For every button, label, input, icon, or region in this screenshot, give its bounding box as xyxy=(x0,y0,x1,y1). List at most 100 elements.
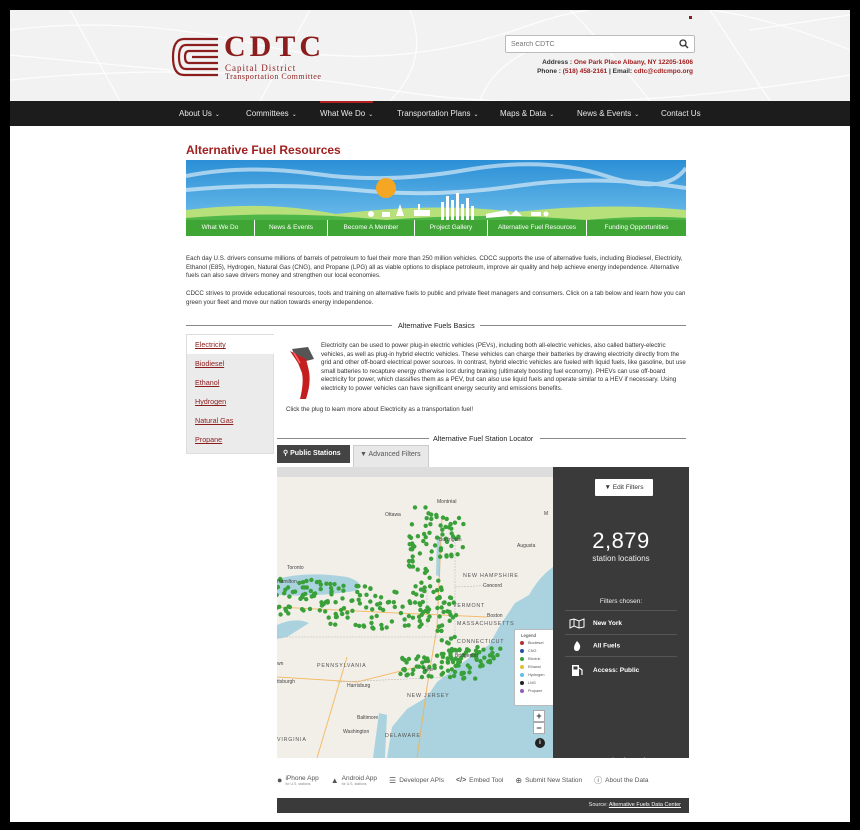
station-marker[interactable] xyxy=(462,675,467,681)
station-marker[interactable] xyxy=(495,652,500,658)
tab-alternative-fuel-resources[interactable]: Alternative Fuel Resources xyxy=(488,220,586,236)
station-marker[interactable] xyxy=(311,593,317,599)
station-marker[interactable] xyxy=(413,584,418,589)
tab-public-stations[interactable]: ⚲ Public Stations xyxy=(277,445,350,463)
station-marker[interactable] xyxy=(374,613,379,619)
edit-filters-button[interactable]: ▼ Edit Filters xyxy=(595,479,653,496)
fuel-tab-ethanol[interactable]: Ethanol xyxy=(187,373,273,392)
station-marker[interactable] xyxy=(424,516,429,521)
station-marker[interactable] xyxy=(304,597,309,602)
station-marker[interactable] xyxy=(410,671,415,677)
station-marker[interactable] xyxy=(408,535,414,540)
station-marker[interactable] xyxy=(489,646,494,651)
station-marker[interactable] xyxy=(419,580,424,585)
nav-contact-us[interactable]: Contact Us xyxy=(661,101,701,126)
station-marker[interactable] xyxy=(448,595,454,601)
station-marker[interactable] xyxy=(448,650,453,656)
zoom-in-button[interactable]: + xyxy=(533,710,545,722)
station-marker[interactable] xyxy=(302,585,307,590)
station-marker[interactable] xyxy=(489,653,494,658)
station-marker[interactable] xyxy=(427,575,432,580)
station-marker[interactable] xyxy=(333,600,338,605)
search-icon[interactable] xyxy=(679,39,689,49)
station-marker[interactable] xyxy=(287,594,292,599)
iphone-app-link[interactable]: ● iPhone App for U.S. stations xyxy=(277,775,319,786)
station-marker[interactable] xyxy=(412,505,418,510)
station-marker[interactable] xyxy=(290,589,296,595)
station-marker[interactable] xyxy=(283,606,288,612)
nav-about-us[interactable]: About Us ⌄ xyxy=(179,101,220,126)
nav-maps-data[interactable]: Maps & Data ⌄ xyxy=(500,101,554,126)
station-marker[interactable] xyxy=(434,653,440,658)
station-marker[interactable] xyxy=(442,600,447,605)
station-marker[interactable] xyxy=(345,610,350,615)
station-marker[interactable] xyxy=(303,591,308,597)
station-marker[interactable] xyxy=(368,586,373,591)
station-marker[interactable] xyxy=(428,556,434,561)
station-marker[interactable] xyxy=(482,655,487,660)
station-marker[interactable] xyxy=(328,621,333,626)
station-marker[interactable] xyxy=(318,586,323,592)
station-marker[interactable] xyxy=(326,615,331,620)
station-marker[interactable] xyxy=(450,659,456,665)
email-link[interactable]: cdtc@cdtcmpo.org xyxy=(634,68,693,75)
station-marker[interactable] xyxy=(329,589,334,594)
station-marker[interactable] xyxy=(429,512,434,517)
fuel-tab-electricity[interactable]: Electricity xyxy=(187,335,274,354)
station-marker[interactable] xyxy=(400,604,405,609)
tab-advanced-filters[interactable]: ▼ Advanced Filters xyxy=(353,445,429,467)
nav-committees[interactable]: Committees ⌄ xyxy=(246,101,297,126)
station-marker[interactable] xyxy=(452,520,458,525)
search-input[interactable] xyxy=(506,36,671,52)
station-marker[interactable] xyxy=(447,618,452,623)
station-marker[interactable] xyxy=(415,567,420,572)
station-marker[interactable] xyxy=(441,651,446,657)
embed-tool-link[interactable]: </> Embed Tool xyxy=(456,777,503,784)
station-marker[interactable] xyxy=(465,663,470,668)
station-marker[interactable] xyxy=(398,671,403,677)
station-marker[interactable] xyxy=(345,615,350,620)
station-marker[interactable] xyxy=(353,622,358,628)
station-marker[interactable] xyxy=(364,605,369,610)
station-marker[interactable] xyxy=(448,521,453,527)
station-marker[interactable] xyxy=(362,584,368,589)
station-marker[interactable] xyxy=(434,514,439,520)
station-marker[interactable] xyxy=(409,522,415,527)
station-marker[interactable] xyxy=(423,566,428,572)
station-marker[interactable] xyxy=(407,599,412,604)
station-marker[interactable] xyxy=(406,613,412,619)
station-marker[interactable] xyxy=(473,676,478,681)
station-marker[interactable] xyxy=(436,578,441,583)
station-marker[interactable] xyxy=(333,622,338,627)
station-marker[interactable] xyxy=(422,570,428,576)
station-marker[interactable] xyxy=(423,608,428,614)
station-marker[interactable] xyxy=(427,530,432,535)
station-marker[interactable] xyxy=(286,611,291,616)
station-marker[interactable] xyxy=(447,674,453,680)
station-marker[interactable] xyxy=(378,595,384,600)
station-marker[interactable] xyxy=(445,660,451,665)
station-marker[interactable] xyxy=(340,611,345,617)
station-marker[interactable] xyxy=(480,663,485,668)
station-marker[interactable] xyxy=(278,612,283,617)
station-marker[interactable] xyxy=(425,618,431,623)
station-marker[interactable] xyxy=(405,672,410,677)
station-marker[interactable] xyxy=(432,543,438,548)
submit-new-station-link[interactable]: ⊕ Submit New Station xyxy=(515,776,582,785)
station-marker[interactable] xyxy=(486,659,491,664)
station-marker[interactable] xyxy=(438,523,443,528)
nav-transportation-plans[interactable]: Transportation Plans ⌄ xyxy=(397,101,479,126)
station-marker[interactable] xyxy=(416,614,422,619)
station-marker[interactable] xyxy=(368,599,373,604)
station-marker[interactable] xyxy=(457,647,462,653)
station-marker[interactable] xyxy=(421,531,427,537)
station-marker[interactable] xyxy=(341,588,346,593)
station-marker[interactable] xyxy=(350,598,355,603)
station-marker[interactable] xyxy=(435,628,440,633)
station-marker[interactable] xyxy=(416,654,421,659)
station-marker[interactable] xyxy=(391,600,396,605)
station-marker[interactable] xyxy=(341,583,346,588)
station-marker[interactable] xyxy=(369,615,374,620)
station-marker[interactable] xyxy=(415,534,421,539)
station-marker[interactable] xyxy=(432,665,437,671)
